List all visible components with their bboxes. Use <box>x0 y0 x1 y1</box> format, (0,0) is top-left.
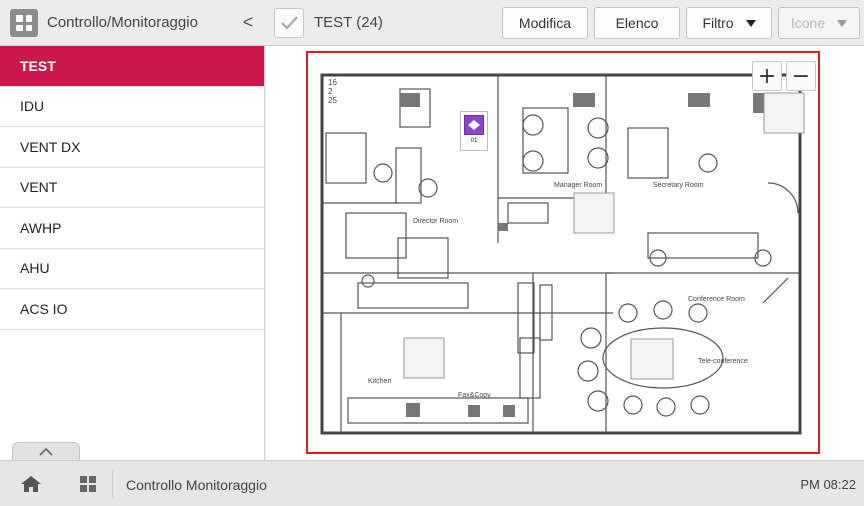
device-unit-icon[interactable]: 01 <box>460 111 488 151</box>
room-fax: Fax&Copy <box>458 392 491 399</box>
top-bar: Controllo/Monitoraggio < TEST (24) Modif… <box>0 0 864 46</box>
map-number-1: 16 <box>328 78 337 87</box>
sidebar: TEST IDU VENT DX VENT AWHP AHU ACS IO <box>0 46 265 460</box>
floor-plan-frame[interactable]: 16 2 25 Director Room Manager Room Secre… <box>306 51 820 454</box>
floor-plan: 16 2 25 Director Room Manager Room Secre… <box>320 73 805 435</box>
app-title: Controllo/Monitoraggio <box>47 14 198 31</box>
room-kitchen: Kitchen <box>368 378 391 385</box>
collapse-tab[interactable] <box>12 442 80 460</box>
grid-menu-icon[interactable] <box>80 476 96 492</box>
select-checkbox[interactable] <box>274 8 304 38</box>
filtro-label: Filtro <box>702 15 734 31</box>
sidebar-item-test[interactable]: TEST <box>0 46 264 87</box>
icone-label: Icone <box>790 15 826 31</box>
room-conference: Conference Room <box>688 296 745 303</box>
elenco-button[interactable]: Elenco <box>594 7 680 39</box>
chevron-up-icon <box>39 447 53 456</box>
modifica-button[interactable]: Modifica <box>502 7 588 39</box>
chevron-left-icon[interactable]: < <box>238 12 258 33</box>
sidebar-item-vent-dx[interactable]: VENT DX <box>0 127 264 168</box>
chevron-down-icon <box>837 19 848 27</box>
sidebar-item-awhp[interactable]: AWHP <box>0 208 264 249</box>
main-area: 16 2 25 Director Room Manager Room Secre… <box>266 46 864 460</box>
bottom-title: Controllo Monitoraggio <box>126 477 267 493</box>
bottom-bar: Controllo Monitoraggio PM 08:22 <box>0 460 864 506</box>
sidebar-item-ahu[interactable]: AHU <box>0 249 264 289</box>
selection-label: TEST (24) <box>314 14 383 31</box>
room-teleconference: Tele-conference <box>698 358 748 365</box>
sidebar-item-idu[interactable]: IDU <box>0 87 264 127</box>
zoom-out-button[interactable]: − <box>786 61 816 91</box>
sidebar-item-acs-io[interactable]: ACS IO <box>0 289 264 330</box>
map-number-2: 2 <box>328 87 333 96</box>
room-director: Director Room <box>413 218 458 225</box>
check-icon <box>281 16 298 30</box>
device-label: 01 <box>470 138 478 144</box>
filtro-dropdown[interactable]: Filtro <box>686 7 772 39</box>
room-secretary: Secretary Room <box>653 182 704 189</box>
divider <box>112 471 113 497</box>
chevron-down-icon <box>745 19 756 27</box>
app-grid-icon[interactable] <box>10 9 38 37</box>
cassette-icon <box>464 115 484 135</box>
room-manager: Manager Room <box>554 182 602 189</box>
clock: PM 08:22 <box>800 477 856 492</box>
home-icon[interactable] <box>20 475 42 498</box>
sidebar-item-vent[interactable]: VENT <box>0 168 264 208</box>
zoom-in-button[interactable]: + <box>752 61 782 91</box>
map-number-3: 25 <box>328 96 337 105</box>
icone-dropdown[interactable]: Icone <box>778 7 860 39</box>
